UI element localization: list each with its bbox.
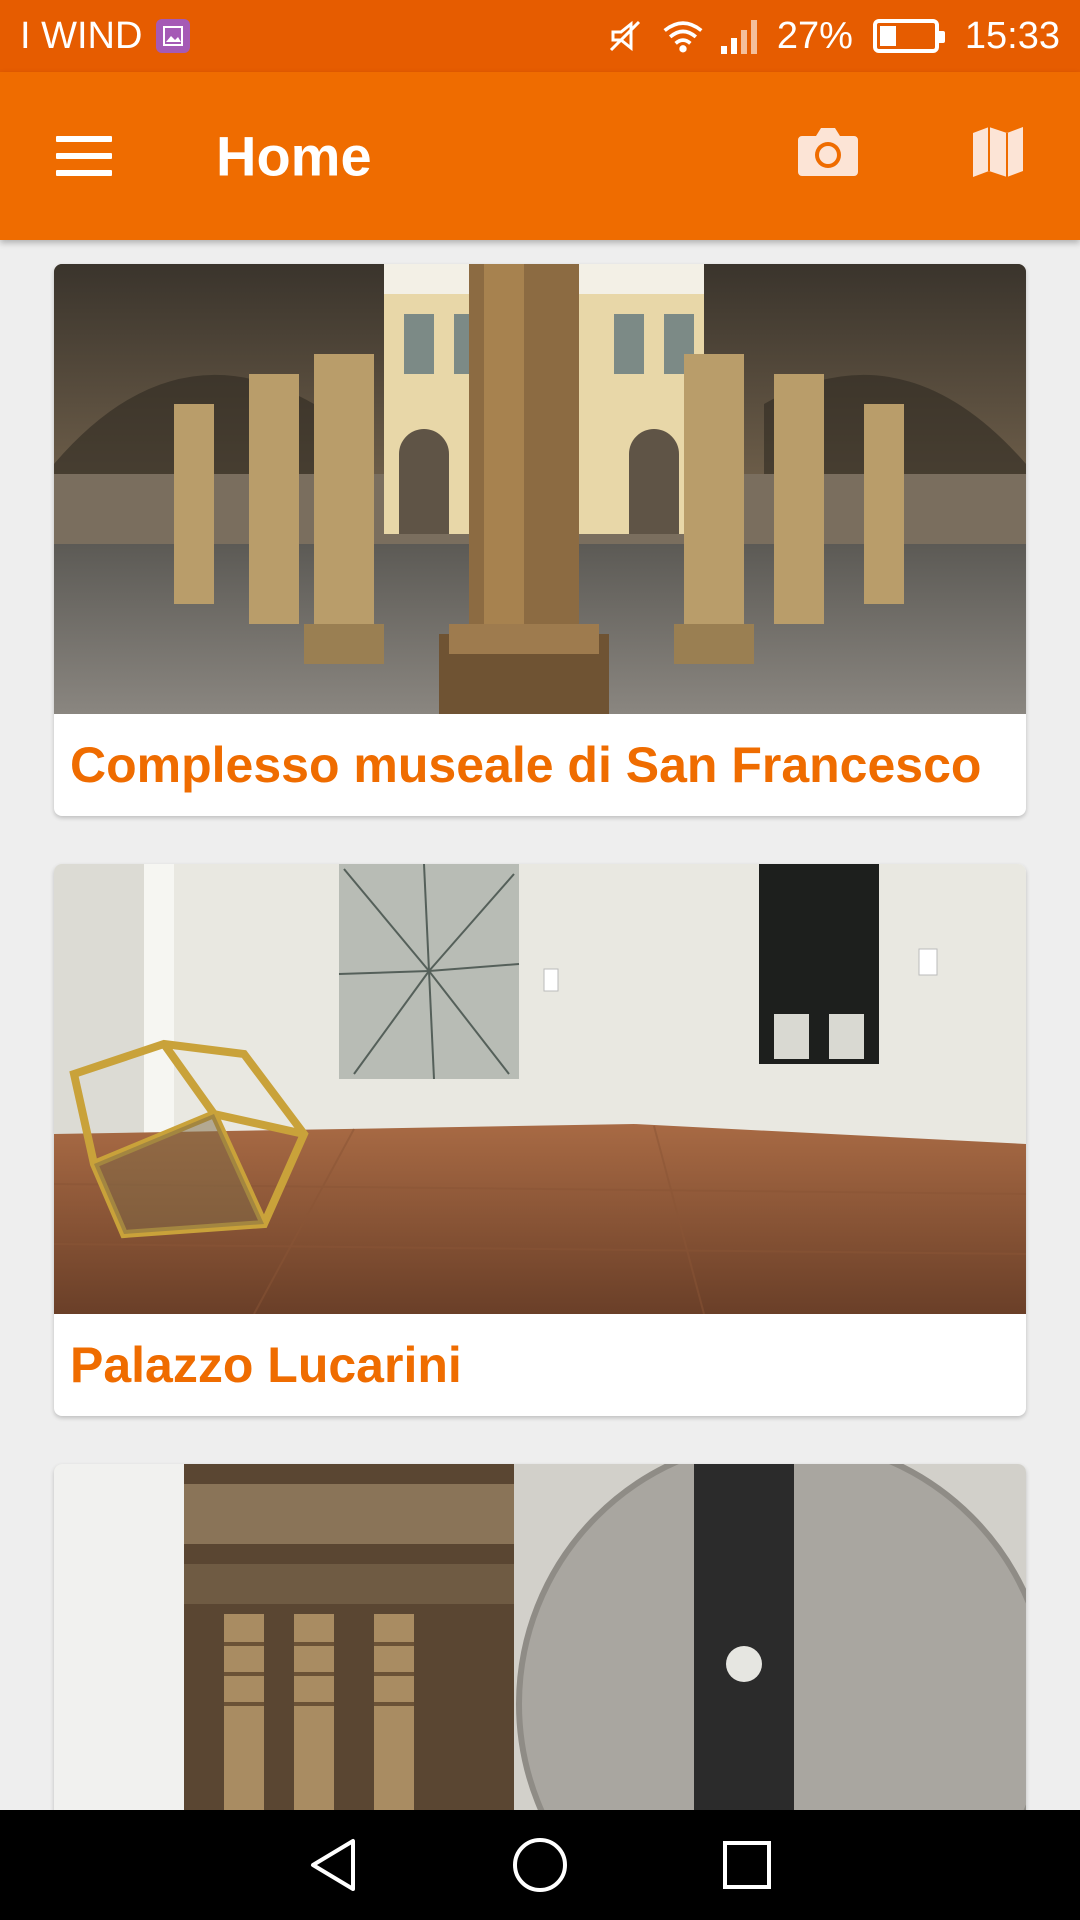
carrier-name: I WIND: [20, 15, 143, 57]
map-icon[interactable]: [960, 114, 1036, 190]
menu-icon[interactable]: [40, 112, 128, 200]
back-icon[interactable]: [293, 1825, 373, 1905]
page-title: Home: [216, 124, 372, 188]
list-item[interactable]: [54, 1464, 1026, 1810]
museum-photo: [54, 1464, 1026, 1810]
home-icon[interactable]: [500, 1825, 580, 1905]
recents-icon[interactable]: [707, 1825, 787, 1905]
camera-icon[interactable]: [790, 114, 866, 190]
museum-photo: [54, 264, 1026, 714]
status-bar: I WIND 27% 15:33: [0, 0, 1080, 72]
battery-icon: [872, 19, 945, 53]
list-item[interactable]: Palazzo Lucarini: [54, 864, 1026, 1416]
status-right: 27% 15:33: [603, 16, 1060, 56]
museum-list[interactable]: Complesso museale di San Francesco Palaz…: [0, 240, 1080, 1810]
clock: 15:33: [964, 15, 1060, 57]
gallery-notification-icon: [156, 19, 191, 53]
app-bar: Home: [0, 72, 1080, 240]
museum-title: Palazzo Lucarini: [70, 1337, 462, 1393]
signal-icon: [719, 16, 763, 56]
museum-title: Complesso museale di San Francesco: [70, 737, 982, 793]
mute-icon: [603, 16, 647, 56]
list-item[interactable]: Complesso museale di San Francesco: [54, 264, 1026, 816]
battery-percent: 27%: [776, 15, 853, 57]
system-nav-bar: [0, 1810, 1080, 1920]
status-left: I WIND: [20, 15, 191, 57]
wifi-icon: [661, 16, 705, 56]
museum-photo: [54, 864, 1026, 1314]
